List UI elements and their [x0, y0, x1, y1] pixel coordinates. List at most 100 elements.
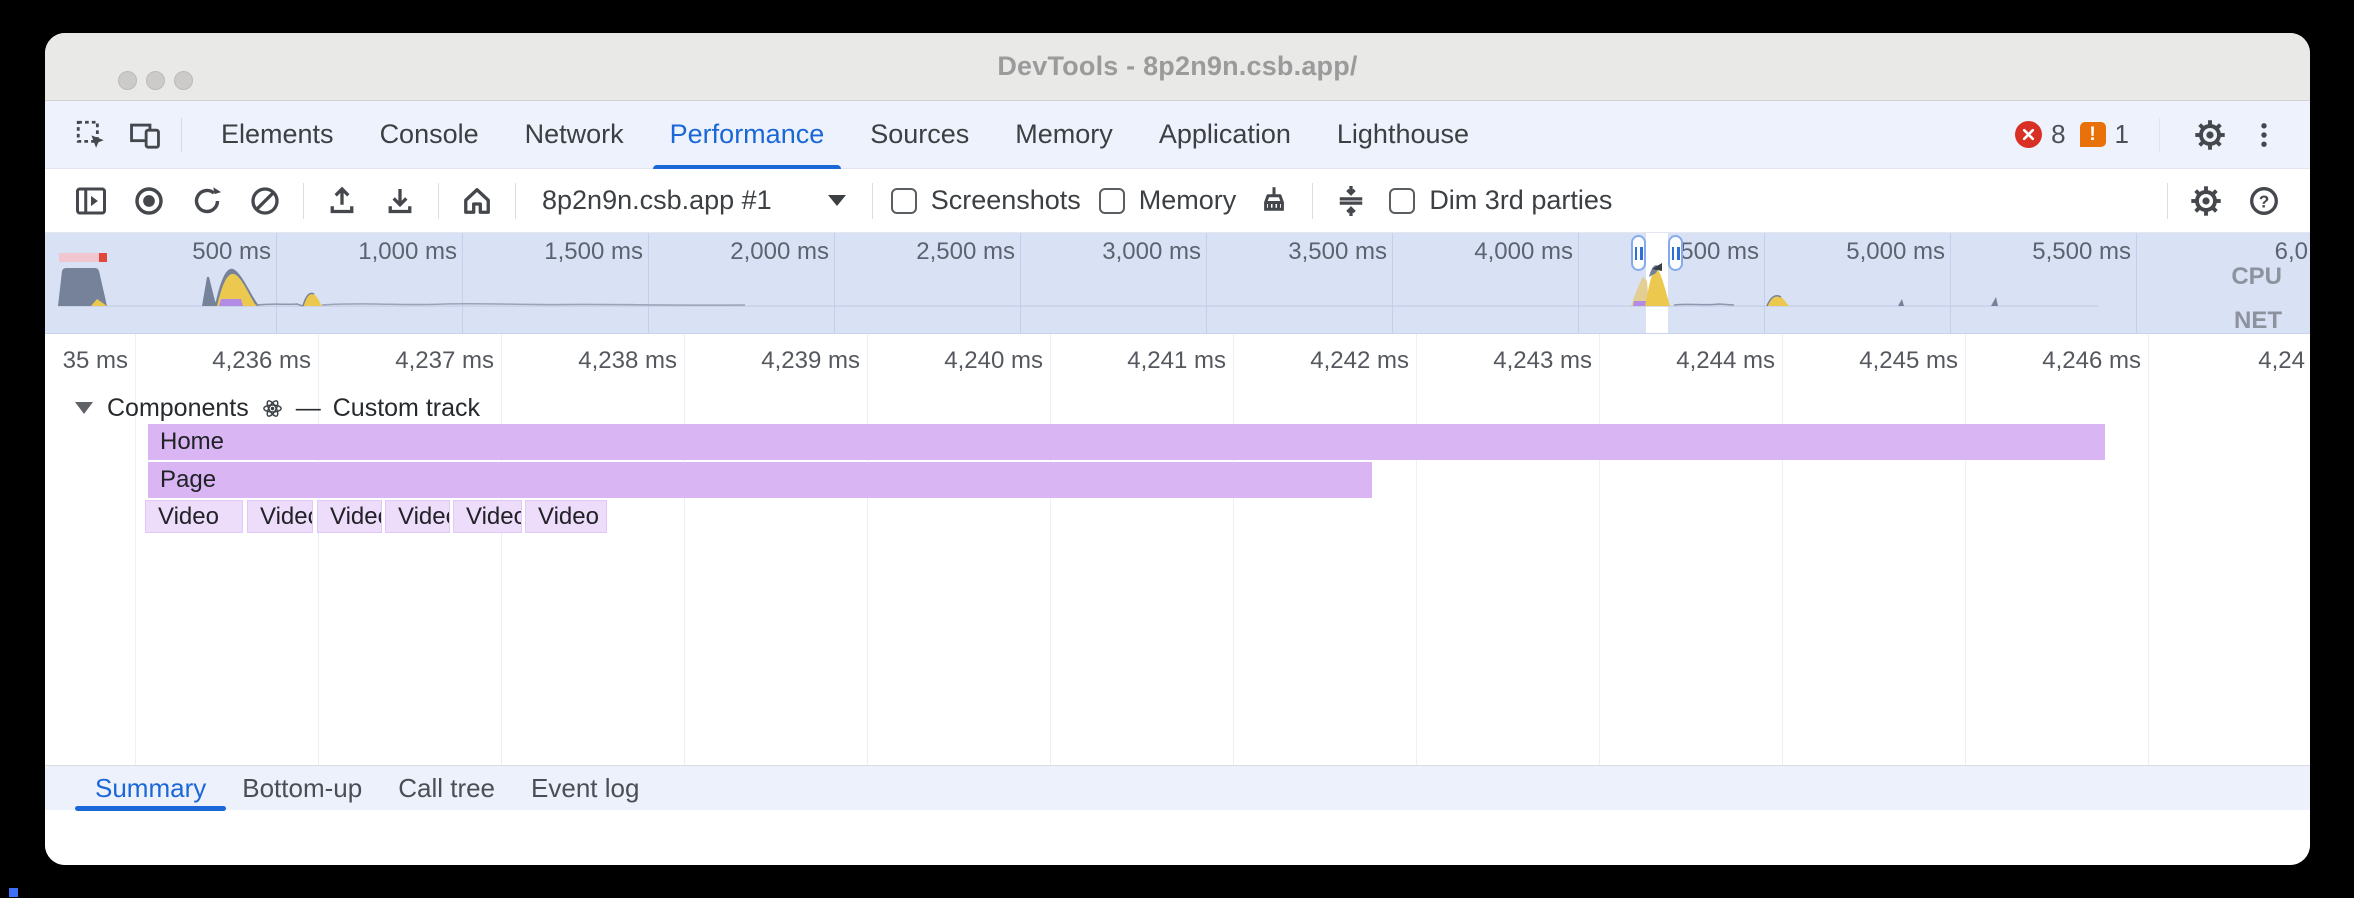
track-bar-home[interactable]: Home: [148, 424, 2105, 460]
checkbox-unchecked[interactable]: [1099, 188, 1125, 214]
overview-time-label: 500 ms: [1680, 238, 1759, 266]
disclosure-triangle-icon[interactable]: [75, 402, 93, 414]
chart-gridline: [684, 334, 685, 765]
garbage-collect-icon[interactable]: [1254, 181, 1294, 221]
overview-time-label: 3,000 ms: [1102, 238, 1201, 266]
tab-sources[interactable]: Sources: [847, 101, 992, 169]
performance-toolbar: 8p2n9n.csb.app #1 Screenshots Memory: [45, 169, 2310, 233]
chart-gridline: [1965, 334, 1966, 765]
svg-text:?: ?: [2259, 191, 2270, 211]
ruler-time-label: 35 ms: [63, 347, 128, 375]
selection-handle-left[interactable]: [1631, 235, 1646, 271]
target-selector[interactable]: 8p2n9n.csb.app #1: [534, 185, 854, 216]
tab-performance[interactable]: Performance: [647, 101, 848, 169]
track-bar-video[interactable]: Video: [525, 500, 607, 533]
download-profile-icon[interactable]: [380, 181, 420, 221]
settings-gear-icon[interactable]: [2190, 115, 2230, 155]
track-bar-video[interactable]: Video: [453, 500, 522, 533]
record-icon[interactable]: [129, 181, 169, 221]
ruler-time-label: 4,242 ms: [1310, 347, 1409, 375]
devtools-window: DevTools - 8p2n9n.csb.app/ ElementsConso…: [45, 33, 2310, 865]
window-title: DevTools - 8p2n9n.csb.app/: [997, 51, 1357, 82]
track-bar-video[interactable]: Video: [317, 500, 382, 533]
detail-tab-event-log[interactable]: Event log: [513, 766, 657, 811]
overview-time-label: 2,000 ms: [730, 238, 829, 266]
memory-checkbox[interactable]: Memory: [1099, 185, 1237, 216]
help-icon[interactable]: ?: [2244, 181, 2284, 221]
zoom-button[interactable]: [174, 71, 193, 90]
overview-time-label: 5,500 ms: [2032, 238, 2131, 266]
cpu-track-label: CPU: [2231, 263, 2282, 291]
tab-application[interactable]: Application: [1136, 101, 1314, 169]
track-title: Components: [107, 394, 249, 423]
ruler-time-label: 4,239 ms: [761, 347, 860, 375]
ruler-time-label: 4,236 ms: [212, 347, 311, 375]
inspect-icon[interactable]: [71, 115, 111, 155]
divider: [181, 118, 182, 152]
selection-handle-right[interactable]: [1668, 235, 1683, 271]
kebab-menu-icon[interactable]: [2244, 115, 2284, 155]
ruler-time-label: 4,245 ms: [1859, 347, 1958, 375]
chart-gridline: [1782, 334, 1783, 765]
memory-label: Memory: [1139, 185, 1237, 216]
checkbox-unchecked[interactable]: [1389, 188, 1415, 214]
dock-side-icon[interactable]: [71, 181, 111, 221]
target-label: 8p2n9n.csb.app #1: [542, 185, 772, 216]
console-error-badge[interactable]: 8: [2015, 119, 2065, 150]
chevron-down-icon: [828, 195, 846, 206]
tab-console[interactable]: Console: [357, 101, 502, 169]
error-icon: [2015, 121, 2042, 148]
device-toolbar-icon[interactable]: [125, 115, 165, 155]
track-bar-video[interactable]: Video: [385, 500, 450, 533]
ruler-time-label: 4,241 ms: [1127, 347, 1226, 375]
track-bar-video[interactable]: Video: [145, 500, 243, 533]
clear-icon[interactable]: [245, 181, 285, 221]
ruler-time-label: 4,243 ms: [1493, 347, 1592, 375]
tab-memory[interactable]: Memory: [992, 101, 1136, 169]
screenshots-checkbox[interactable]: Screenshots: [891, 185, 1081, 216]
divider: [515, 183, 516, 219]
reload-record-icon[interactable]: [187, 181, 227, 221]
divider: [303, 183, 304, 219]
chart-gridline: [1416, 334, 1417, 765]
chart-gridline: [1050, 334, 1051, 765]
issues-badge[interactable]: ! 1: [2080, 119, 2129, 150]
issue-icon: !: [2080, 122, 2106, 147]
overview-time-label: 5,000 ms: [1846, 238, 1945, 266]
detail-tab-bottom-up[interactable]: Bottom-up: [224, 766, 380, 811]
flame-chart-area[interactable]: 35 ms 4,236 ms 4,237 ms 4,238 ms 4,239 ms 4,2…: [45, 334, 2310, 765]
ruler-time-label: 4,238 ms: [578, 347, 677, 375]
checkbox-unchecked[interactable]: [891, 188, 917, 214]
issue-count: 1: [2115, 119, 2129, 150]
close-button[interactable]: [118, 71, 137, 90]
detail-tab-call-tree[interactable]: Call tree: [380, 766, 513, 811]
overview-time-label: 500 ms: [192, 238, 271, 266]
track-dash: —: [296, 394, 321, 423]
detail-tab-summary[interactable]: Summary: [77, 766, 224, 811]
track-bar-page[interactable]: Page: [148, 462, 1372, 498]
collapse-icon[interactable]: [1331, 181, 1371, 221]
chart-gridline: [501, 334, 502, 765]
chart-gridline: [1233, 334, 1234, 765]
panel-tabbar: ElementsConsoleNetworkPerformanceSources…: [45, 101, 2310, 169]
timeline-overview[interactable]: 500 ms1,000 ms1,500 ms2,000 ms2,500 ms3,…: [45, 233, 2310, 334]
tab-lighthouse[interactable]: Lighthouse: [1314, 101, 1492, 169]
minimize-button[interactable]: [146, 71, 165, 90]
dim-3rd-parties-checkbox[interactable]: Dim 3rd parties: [1389, 185, 1612, 216]
components-track-header[interactable]: Components — Custom track: [75, 392, 480, 424]
chart-gridline: [867, 334, 868, 765]
atom-icon: [261, 397, 284, 420]
home-icon[interactable]: [457, 181, 497, 221]
divider: [872, 183, 873, 219]
tab-elements[interactable]: Elements: [198, 101, 357, 169]
divider: [1312, 183, 1313, 219]
capture-settings-gear-icon[interactable]: [2186, 181, 2226, 221]
background-fragment: [9, 888, 18, 897]
upload-profile-icon[interactable]: [322, 181, 362, 221]
chart-gridline: [1599, 334, 1600, 765]
ruler-time-label: 4,237 ms: [395, 347, 494, 375]
track-bar-video[interactable]: Video: [247, 500, 313, 533]
ruler-time-label: 4,24: [2258, 347, 2305, 375]
overview-time-label: 1,500 ms: [544, 238, 643, 266]
tab-network[interactable]: Network: [502, 101, 647, 169]
